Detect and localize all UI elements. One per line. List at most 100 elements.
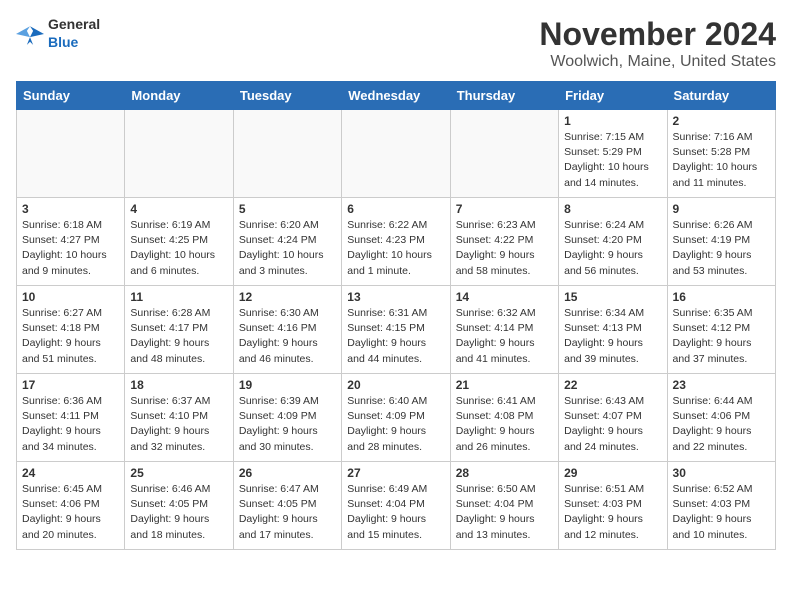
day-number: 6 [347,202,444,216]
calendar-day-cell: 3Sunrise: 6:18 AM Sunset: 4:27 PM Daylig… [17,198,125,286]
day-detail: Sunrise: 6:45 AM Sunset: 4:06 PM Dayligh… [22,482,119,543]
day-number: 30 [673,466,770,480]
day-detail: Sunrise: 6:43 AM Sunset: 4:07 PM Dayligh… [564,394,661,455]
day-detail: Sunrise: 6:46 AM Sunset: 4:05 PM Dayligh… [130,482,227,543]
logo-bird-icon [16,23,44,45]
day-detail: Sunrise: 6:31 AM Sunset: 4:15 PM Dayligh… [347,306,444,367]
calendar-day-cell: 6 Sunrise: 6:22 AM Sunset: 4:23 PM Daylig… [342,198,450,286]
calendar-day-cell: 8Sunrise: 6:24 AM Sunset: 4:20 PM Daylig… [559,198,667,286]
day-detail: Sunrise: 6:26 AM Sunset: 4:19 PM Dayligh… [673,218,770,279]
calendar-day-cell: 1Sunrise: 7:15 AM Sunset: 5:29 PM Daylig… [559,110,667,198]
weekday-header-thursday: Thursday [450,82,558,110]
day-number: 21 [456,378,553,392]
day-number: 8 [564,202,661,216]
day-detail: Sunrise: 6:28 AM Sunset: 4:17 PM Dayligh… [130,306,227,367]
day-number: 22 [564,378,661,392]
day-detail: Sunrise: 6:23 AM Sunset: 4:22 PM Dayligh… [456,218,553,279]
calendar-day-cell [125,110,233,198]
day-detail: Sunrise: 6:32 AM Sunset: 4:14 PM Dayligh… [456,306,553,367]
calendar-week-row: 1Sunrise: 7:15 AM Sunset: 5:29 PM Daylig… [17,110,776,198]
calendar-day-cell: 29 Sunrise: 6:51 AM Sunset: 4:03 PM Dayli… [559,462,667,550]
day-detail: Sunrise: 6:50 AM Sunset: 4:04 PM Dayligh… [456,482,553,543]
calendar-day-cell: 12 Sunrise: 6:30 AM Sunset: 4:16 PM Dayli… [233,286,341,374]
day-number: 11 [130,290,227,304]
weekday-header-friday: Friday [559,82,667,110]
day-detail: Sunrise: 6:30 AM Sunset: 4:16 PM Dayligh… [239,306,336,367]
day-detail: Sunrise: 6:22 AM Sunset: 4:23 PM Dayligh… [347,218,444,279]
day-detail: Sunrise: 6:35 AM Sunset: 4:12 PM Dayligh… [673,306,770,367]
day-number: 20 [347,378,444,392]
weekday-header-saturday: Saturday [667,82,775,110]
day-detail: Sunrise: 6:47 AM Sunset: 4:05 PM Dayligh… [239,482,336,543]
calendar-day-cell: 30 Sunrise: 6:52 AM Sunset: 4:03 PM Dayli… [667,462,775,550]
day-number: 26 [239,466,336,480]
calendar-day-cell: 23Sunrise: 6:44 AM Sunset: 4:06 PM Dayli… [667,374,775,462]
calendar-day-cell: 21 Sunrise: 6:41 AM Sunset: 4:08 PM Dayli… [450,374,558,462]
day-number: 15 [564,290,661,304]
day-detail: Sunrise: 6:44 AM Sunset: 4:06 PM Dayligh… [673,394,770,455]
day-number: 1 [564,114,661,128]
day-detail: Sunrise: 6:49 AM Sunset: 4:04 PM Dayligh… [347,482,444,543]
day-number: 25 [130,466,227,480]
day-number: 10 [22,290,119,304]
day-detail: Sunrise: 6:39 AM Sunset: 4:09 PM Dayligh… [239,394,336,455]
calendar-day-cell: 16Sunrise: 6:35 AM Sunset: 4:12 PM Dayli… [667,286,775,374]
calendar-day-cell: 14Sunrise: 6:32 AM Sunset: 4:14 PM Dayli… [450,286,558,374]
day-number: 17 [22,378,119,392]
day-detail: Sunrise: 6:52 AM Sunset: 4:03 PM Dayligh… [673,482,770,543]
logo-general: General [48,16,100,32]
calendar-day-cell: 19Sunrise: 6:39 AM Sunset: 4:09 PM Dayli… [233,374,341,462]
calendar-day-cell: 5 Sunrise: 6:20 AM Sunset: 4:24 PM Daylig… [233,198,341,286]
location-title: Woolwich, Maine, United States [539,53,776,71]
calendar-day-cell: 22 Sunrise: 6:43 AM Sunset: 4:07 PM Dayli… [559,374,667,462]
day-detail: Sunrise: 6:18 AM Sunset: 4:27 PM Dayligh… [22,218,119,279]
month-title: November 2024 [539,16,776,53]
day-number: 9 [673,202,770,216]
calendar-day-cell: 20 Sunrise: 6:40 AM Sunset: 4:09 PM Dayli… [342,374,450,462]
calendar-day-cell: 11 Sunrise: 6:28 AM Sunset: 4:17 PM Dayli… [125,286,233,374]
calendar-day-cell: 4Sunrise: 6:19 AM Sunset: 4:25 PM Daylig… [125,198,233,286]
day-detail: Sunrise: 6:20 AM Sunset: 4:24 PM Dayligh… [239,218,336,279]
weekday-header-monday: Monday [125,82,233,110]
day-detail: Sunrise: 6:27 AM Sunset: 4:18 PM Dayligh… [22,306,119,367]
calendar-week-row: 3Sunrise: 6:18 AM Sunset: 4:27 PM Daylig… [17,198,776,286]
calendar-day-cell [17,110,125,198]
calendar-day-cell: 2Sunrise: 7:16 AM Sunset: 5:28 PM Daylig… [667,110,775,198]
day-detail: Sunrise: 6:51 AM Sunset: 4:03 PM Dayligh… [564,482,661,543]
day-detail: Sunrise: 6:34 AM Sunset: 4:13 PM Dayligh… [564,306,661,367]
day-number: 2 [673,114,770,128]
day-number: 27 [347,466,444,480]
calendar-day-cell: 27 Sunrise: 6:49 AM Sunset: 4:04 PM Dayli… [342,462,450,550]
calendar-day-cell: 15 Sunrise: 6:34 AM Sunset: 4:13 PM Dayli… [559,286,667,374]
day-detail: Sunrise: 6:40 AM Sunset: 4:09 PM Dayligh… [347,394,444,455]
day-number: 28 [456,466,553,480]
day-number: 13 [347,290,444,304]
calendar-day-cell: 9 Sunrise: 6:26 AM Sunset: 4:19 PM Daylig… [667,198,775,286]
logo-text: General Blue [48,16,100,52]
day-number: 5 [239,202,336,216]
day-detail: Sunrise: 6:41 AM Sunset: 4:08 PM Dayligh… [456,394,553,455]
logo: General Blue [16,16,100,52]
calendar-day-cell: 28 Sunrise: 6:50 AM Sunset: 4:04 PM Dayli… [450,462,558,550]
weekday-header-row: SundayMondayTuesdayWednesdayThursdayFrid… [17,82,776,110]
weekday-header-sunday: Sunday [17,82,125,110]
day-number: 18 [130,378,227,392]
page-header: General Blue November 2024 Woolwich, Mai… [16,16,776,71]
day-number: 4 [130,202,227,216]
day-number: 12 [239,290,336,304]
calendar-day-cell: 17Sunrise: 6:36 AM Sunset: 4:11 PM Dayli… [17,374,125,462]
day-number: 24 [22,466,119,480]
calendar-day-cell: 26 Sunrise: 6:47 AM Sunset: 4:05 PM Dayli… [233,462,341,550]
day-detail: Sunrise: 6:37 AM Sunset: 4:10 PM Dayligh… [130,394,227,455]
logo-blue: Blue [48,34,78,50]
calendar-day-cell: 7 Sunrise: 6:23 AM Sunset: 4:22 PM Daylig… [450,198,558,286]
day-number: 7 [456,202,553,216]
calendar-day-cell [450,110,558,198]
calendar-day-cell: 18 Sunrise: 6:37 AM Sunset: 4:10 PM Dayli… [125,374,233,462]
calendar-day-cell [342,110,450,198]
calendar-week-row: 17Sunrise: 6:36 AM Sunset: 4:11 PM Dayli… [17,374,776,462]
weekday-header-tuesday: Tuesday [233,82,341,110]
calendar-day-cell: 10 Sunrise: 6:27 AM Sunset: 4:18 PM Dayli… [17,286,125,374]
day-number: 29 [564,466,661,480]
calendar-day-cell: 25 Sunrise: 6:46 AM Sunset: 4:05 PM Dayli… [125,462,233,550]
